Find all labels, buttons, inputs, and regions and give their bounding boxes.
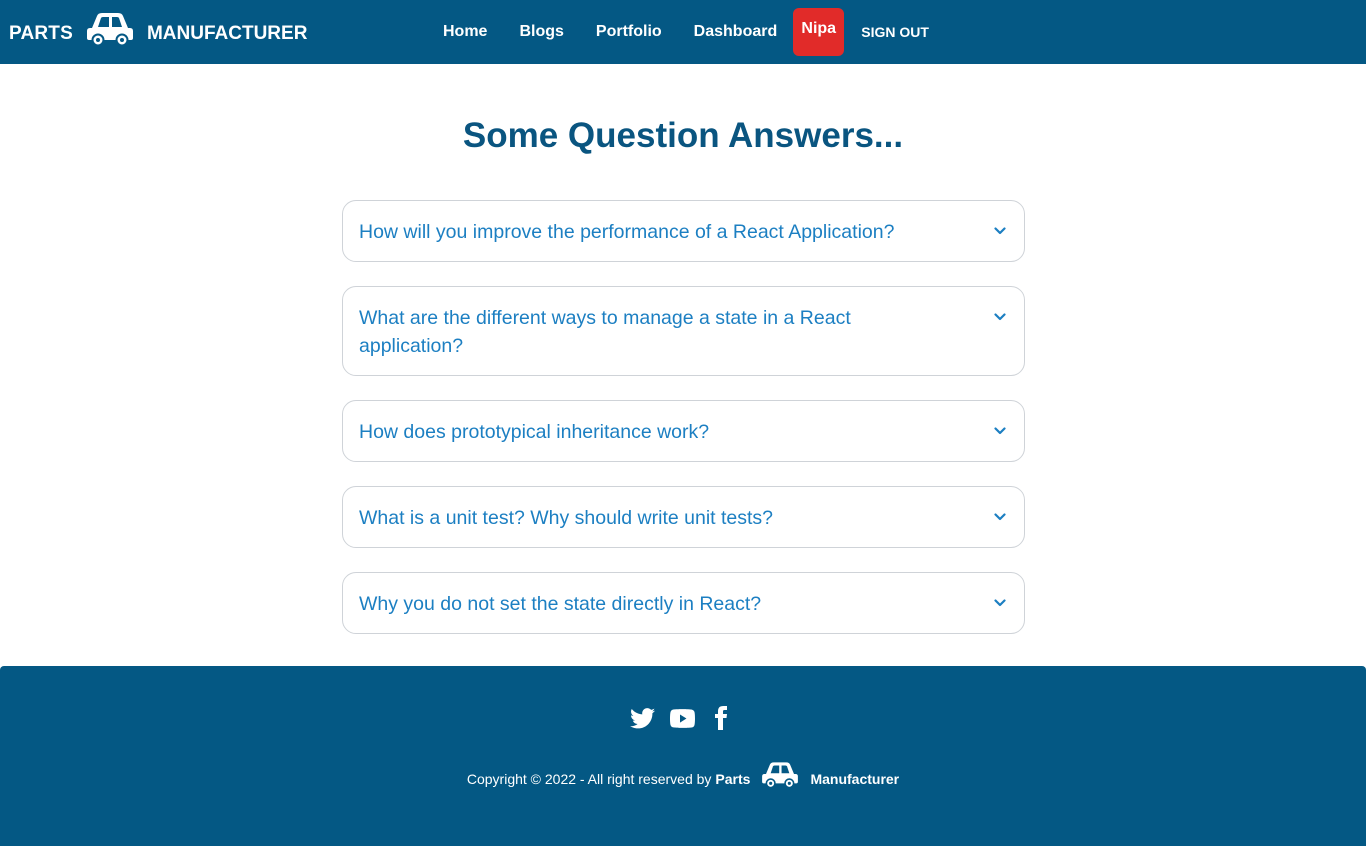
youtube-icon[interactable] <box>670 708 695 728</box>
chevron-down-icon <box>994 513 1006 521</box>
faq-question: How will you improve the performance of … <box>359 221 895 243</box>
faq-item-prototypical-inheritance[interactable]: How does prototypical inheritance work? <box>342 400 1025 462</box>
brand-name-parts: PARTS <box>9 23 73 44</box>
car-icon <box>762 762 799 788</box>
footer: Copyright © 2022 - All right reserved by… <box>0 666 1366 846</box>
user-name-badge[interactable]: Nipa <box>793 8 845 56</box>
chevron-down-icon <box>994 313 1006 321</box>
faq-item-set-state[interactable]: Why you do not set the state directly in… <box>342 572 1025 634</box>
faq-item-unit-test[interactable]: What is a unit test? Why should write un… <box>342 486 1025 548</box>
faq-question: What are the different ways to manage a … <box>359 307 851 357</box>
nav-dashboard-link[interactable]: Dashboard <box>694 23 778 41</box>
nav-menu: Home Blogs Portfolio Dashboard Nipa SIGN… <box>443 0 929 64</box>
navbar: PARTS MANUFACTURER Home Blogs Portfolio … <box>0 0 1366 64</box>
chevron-down-icon <box>994 599 1006 607</box>
facebook-icon[interactable] <box>715 706 727 730</box>
copyright-brand-manufacturer: Manufacturer <box>810 771 900 787</box>
chevron-down-icon <box>994 427 1006 435</box>
faq-question: How does prototypical inheritance work? <box>359 421 710 443</box>
faq-question: Why you do not set the state directly in… <box>359 593 762 615</box>
car-icon <box>86 13 133 46</box>
social-links <box>630 706 727 730</box>
sign-out-button[interactable]: SIGN OUT <box>861 24 929 40</box>
brand-name-manufacturer: MANUFACTURER <box>146 23 308 44</box>
chevron-down-icon <box>994 227 1006 235</box>
nav-portfolio-link[interactable]: Portfolio <box>596 23 662 41</box>
faq-item-performance[interactable]: How will you improve the performance of … <box>342 200 1025 262</box>
twitter-icon[interactable] <box>630 707 655 729</box>
copyright-text: Copyright © 2022 - All right reserved by <box>466 771 712 787</box>
page-title: Some Question Answers... <box>462 116 904 155</box>
faq-item-state-management[interactable]: What are the different ways to manage a … <box>342 286 1025 376</box>
copyright: Copyright © 2022 - All right reserved by… <box>0 762 1366 788</box>
nav-blogs-link[interactable]: Blogs <box>519 23 563 41</box>
copyright-brand-parts: Parts <box>715 771 751 787</box>
brand-logo[interactable]: PARTS MANUFACTURER <box>9 13 308 54</box>
nav-home-link[interactable]: Home <box>443 23 487 41</box>
faq-question: What is a unit test? Why should write un… <box>359 507 774 529</box>
